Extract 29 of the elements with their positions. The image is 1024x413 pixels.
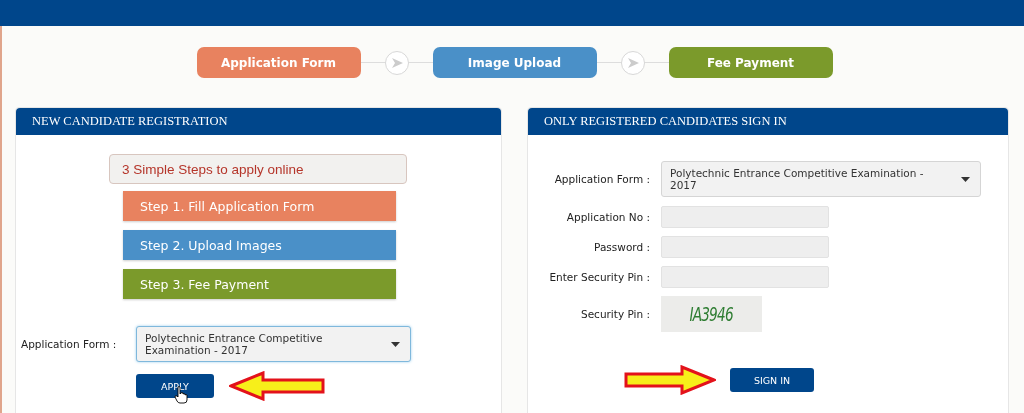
captcha-image: IA3946: [661, 296, 762, 332]
field-label: Application Form :: [20, 338, 118, 350]
step-bar: Step 3. Fee Payment: [123, 269, 396, 299]
field-label: Password :: [593, 241, 651, 253]
step-pill: Image Upload: [432, 47, 597, 78]
panel-title: ONLY REGISTERED CANDIDATES SIGN IN: [528, 108, 1008, 135]
panel-title: NEW CANDIDATE REGISTRATION: [16, 108, 501, 135]
intro-banner: 3 Simple Steps to apply online: [109, 154, 407, 184]
apply-button[interactable]: APPLY: [136, 374, 214, 398]
field-label: Application Form :: [553, 173, 651, 185]
input-field[interactable]: [661, 236, 829, 258]
step-pill: Application Form: [196, 47, 361, 78]
step-bar: Step 2. Upload Images: [123, 230, 396, 260]
left-arrow-icon: [229, 371, 325, 401]
caret-icon: [961, 176, 970, 182]
application-form-select[interactable]: Polytechnic Entrance Competitive Examination - 2017: [661, 161, 981, 197]
field-label: Application No :: [565, 211, 651, 223]
field-label: Security Pin :: [580, 308, 651, 320]
sign-in-button[interactable]: SIGN IN: [730, 368, 814, 392]
caret-icon: [391, 341, 400, 347]
application-form-select[interactable]: Polytechnic Entrance Competitive Examination - 2017: [136, 326, 411, 362]
step-bar: Step 1. Fill Application Form: [123, 191, 396, 221]
field-label: Enter Security Pin :: [548, 271, 651, 283]
input-field[interactable]: [661, 266, 829, 288]
arrow-circle-icon: [383, 49, 410, 76]
step-pill: Fee Payment: [668, 47, 833, 78]
input-field[interactable]: [661, 206, 829, 228]
arrow-circle-icon: [619, 49, 646, 76]
right-arrow-icon: [624, 365, 716, 395]
